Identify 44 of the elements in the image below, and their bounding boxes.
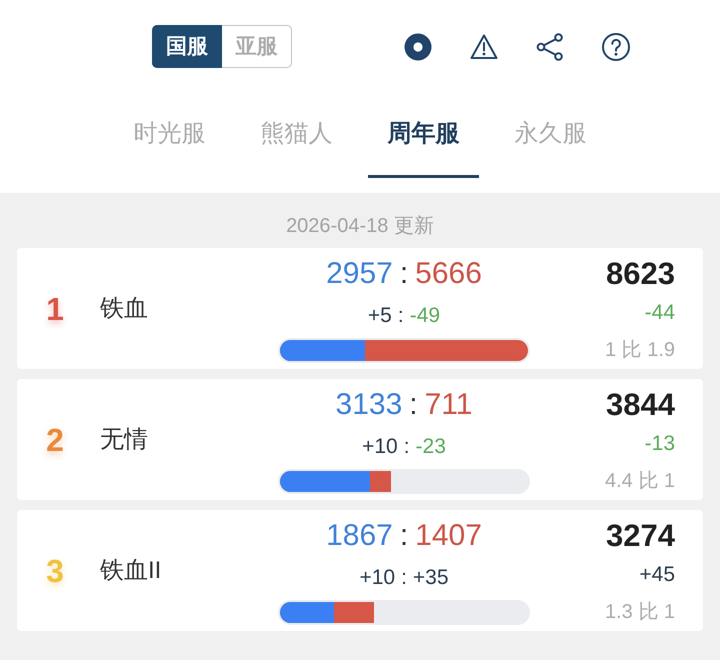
change-separator: : [398, 304, 404, 327]
score-separator: : [409, 388, 418, 421]
ratio-text: 1 比 1.9 [604, 338, 675, 363]
right-score-text: 1407 [415, 519, 482, 552]
version-tab[interactable]: 永久服 [495, 108, 606, 178]
change-separator: : [404, 435, 410, 458]
right-change-text: -49 [410, 304, 440, 327]
version-tab[interactable]: 熊猫人 [241, 108, 352, 178]
server-toggle-button[interactable]: 亚服 [222, 25, 292, 68]
total-change-text: -13 [644, 431, 675, 457]
total-change-text: -44 [644, 300, 675, 326]
ratio-text: 1.3 比 1 [604, 600, 675, 625]
version-tab[interactable]: 周年服 [368, 108, 479, 178]
total-change-text: +45 [639, 562, 675, 588]
left-change-text: +10 [362, 435, 398, 458]
rank-number: 3 [46, 552, 64, 590]
left-change-text: +5 [368, 304, 392, 327]
share-icon[interactable] [536, 32, 564, 60]
warning-icon[interactable] [470, 32, 498, 60]
help-icon[interactable] [602, 32, 630, 60]
version-tab[interactable]: 时光服 [114, 108, 225, 178]
record-icon[interactable] [404, 32, 432, 60]
right-score-text: 5666 [415, 257, 482, 290]
change-separator: : [401, 566, 407, 589]
total-score: 8623 [606, 257, 675, 291]
ratio-text: 4.4 比 1 [604, 469, 675, 494]
update-date-text: 2026-04-18 更新 [286, 214, 434, 239]
left-score-text: 1867 [326, 519, 393, 552]
total-score: 3274 [606, 519, 675, 553]
guild-name: 铁血II [100, 556, 162, 586]
score-separator: : [400, 519, 408, 552]
score-separator: : [400, 257, 408, 290]
server-toggle-button[interactable]: 国服 [152, 25, 222, 68]
total-score: 3844 [606, 388, 675, 422]
right-change-text: -23 [416, 435, 446, 458]
right-change-text: +35 [412, 566, 449, 589]
right-score-text: 711 [424, 388, 472, 421]
guild-name: 铁血 [100, 294, 148, 324]
left-score-text: 2957 [326, 257, 393, 290]
rank-number: 1 [46, 290, 64, 328]
guild-name: 无情 [100, 424, 148, 454]
rank-number: 2 [46, 420, 64, 458]
left-score-text: 3133 [336, 388, 402, 421]
left-change-text: +10 [359, 566, 396, 589]
